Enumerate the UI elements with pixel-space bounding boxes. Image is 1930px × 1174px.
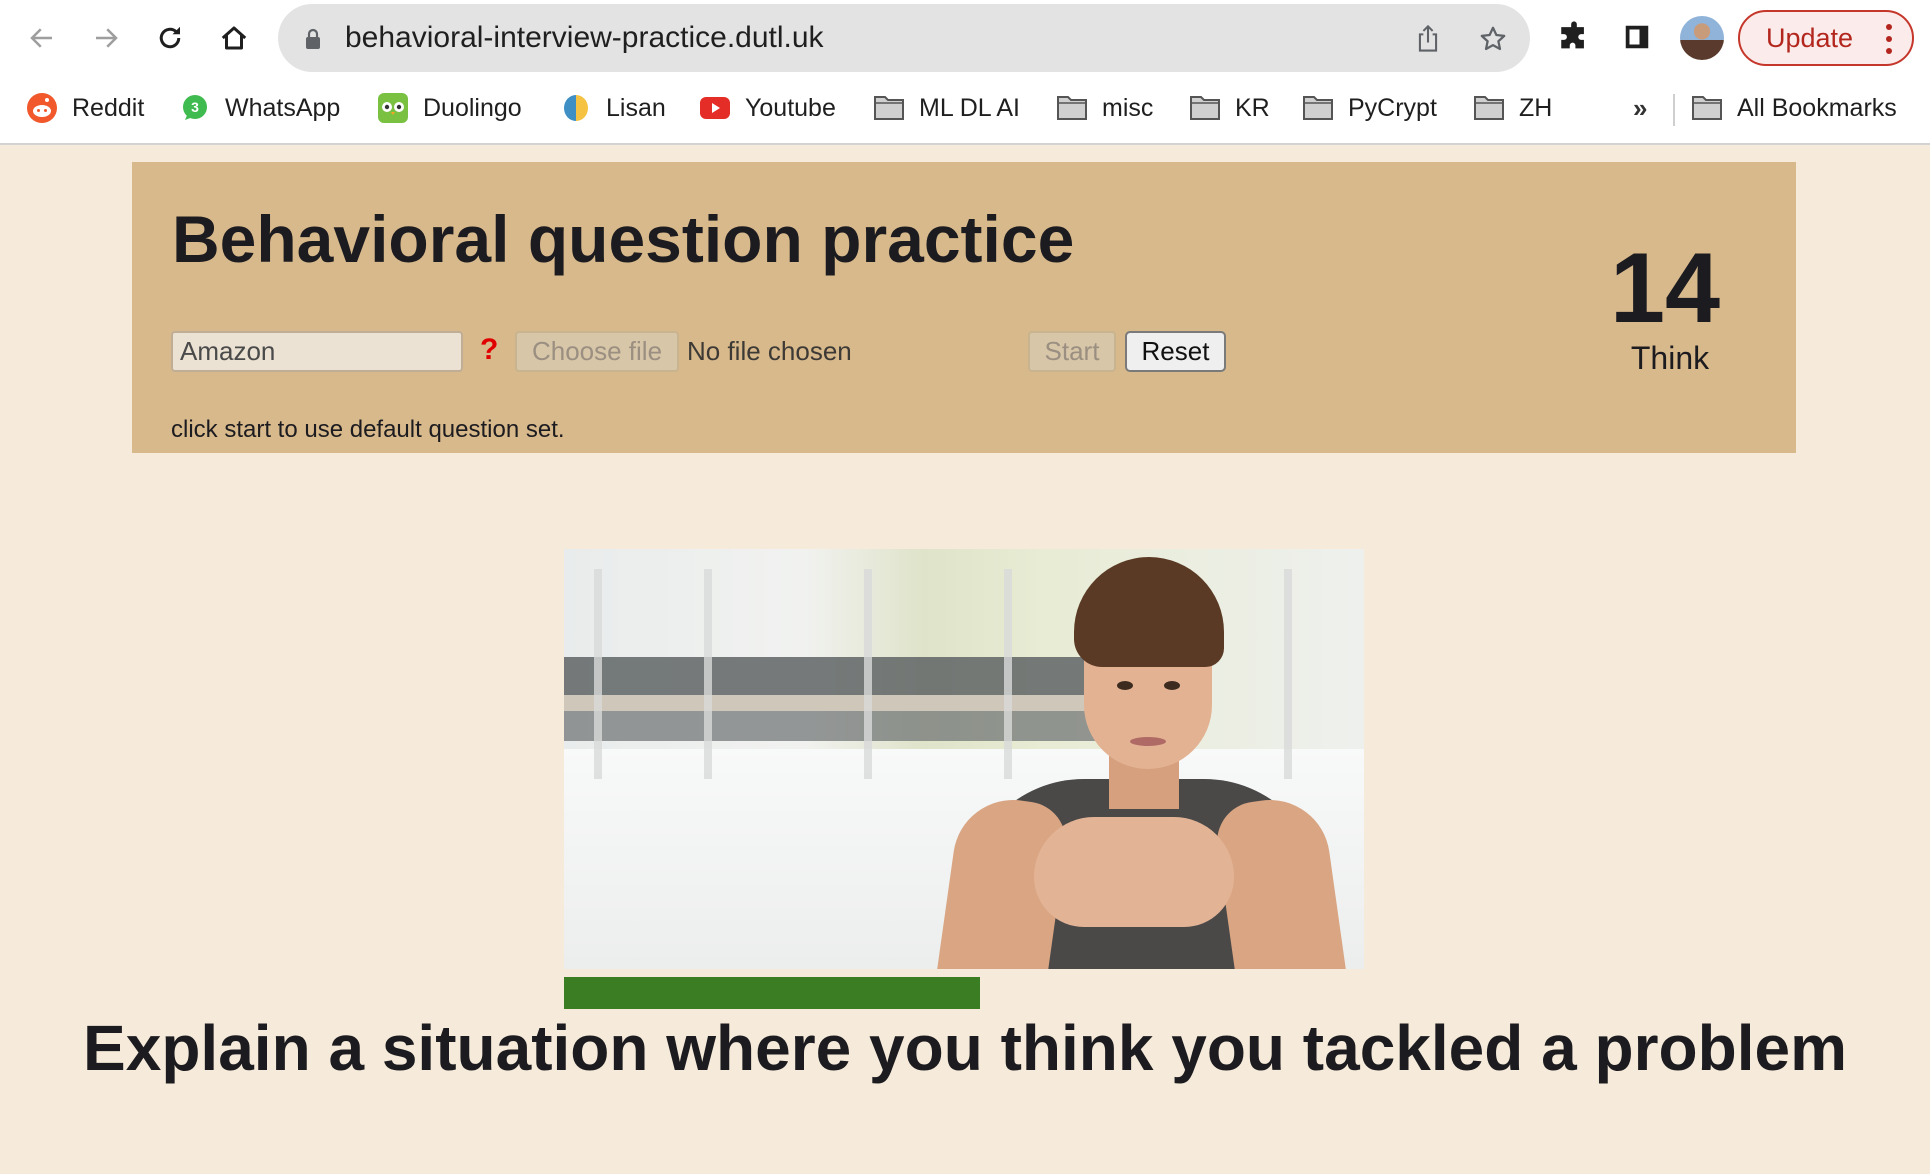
lisan-icon — [560, 92, 592, 124]
bookmark-whatsapp[interactable]: 3 WhatsApp — [179, 86, 340, 130]
company-input[interactable] — [171, 331, 463, 372]
help-question-icon[interactable]: ? — [480, 330, 498, 370]
bookmark-label: Duolingo — [423, 93, 522, 122]
bookmarks-bar: Reddit 3 WhatsApp Duolingo Lisan Youtube… — [0, 86, 1930, 130]
whatsapp-icon: 3 — [179, 92, 211, 124]
address-bar[interactable]: behavioral-interview-practice.dutl.uk — [278, 4, 1530, 72]
star-icon[interactable] — [1478, 24, 1508, 54]
folder-icon — [873, 92, 905, 124]
reload-icon — [159, 26, 181, 49]
bookmark-folder-kr[interactable]: KR — [1189, 86, 1270, 130]
bookmark-youtube[interactable]: Youtube — [699, 86, 836, 130]
question-text: Explain a situation where you think you … — [83, 1012, 1847, 1084]
bookmark-label: PyCrypt — [1348, 93, 1437, 122]
bookmark-label: All Bookmarks — [1737, 93, 1897, 122]
bookmark-label: Reddit — [72, 93, 145, 122]
bookmark-label: Lisan — [606, 93, 666, 122]
bookmark-label: KR — [1235, 93, 1270, 122]
home-button[interactable] — [212, 16, 256, 60]
url-text[interactable]: behavioral-interview-practice.dutl.uk — [345, 4, 824, 72]
side-panel-icon[interactable] — [1622, 22, 1652, 52]
bookmark-all-bookmarks[interactable]: All Bookmarks — [1691, 86, 1897, 130]
folder-icon — [1691, 92, 1723, 124]
file-status: No file chosen — [687, 336, 852, 366]
back-arrow-icon — [30, 28, 52, 48]
start-button[interactable]: Start — [1028, 331, 1116, 372]
share-icon[interactable] — [1414, 24, 1442, 54]
countdown-timer: 14 — [1609, 232, 1721, 343]
update-button[interactable]: Update — [1738, 10, 1914, 66]
time-progress-fill — [564, 977, 980, 1009]
bookmark-folder-ml-dl-ai[interactable]: ML DL AI — [873, 86, 1020, 130]
hint-text: click start to use default question set. — [171, 416, 565, 443]
back-button[interactable] — [20, 16, 64, 60]
reload-button[interactable] — [148, 16, 192, 60]
reddit-icon — [26, 92, 58, 124]
more-bookmarks-chevron-icon[interactable]: » — [1633, 86, 1647, 130]
bookmark-reddit[interactable]: Reddit — [26, 86, 144, 130]
bookmark-folder-misc[interactable]: misc — [1056, 86, 1153, 130]
bookmark-duolingo[interactable]: Duolingo — [377, 86, 522, 130]
bookmark-label: ML DL AI — [919, 93, 1020, 122]
svg-text:3: 3 — [191, 99, 199, 115]
folder-icon — [1056, 92, 1088, 124]
bookmark-label: WhatsApp — [225, 93, 341, 122]
lock-icon[interactable] — [304, 28, 322, 50]
browser-chrome: behavioral-interview-practice.dutl.uk Up… — [0, 0, 1930, 145]
reset-button[interactable]: Reset — [1125, 331, 1226, 372]
bookmark-folder-pycrypt[interactable]: PyCrypt — [1302, 86, 1437, 130]
folder-icon — [1302, 92, 1334, 124]
bookmark-lisan[interactable]: Lisan — [560, 86, 666, 130]
choose-file-button[interactable]: Choose file — [515, 331, 679, 372]
folder-icon — [1473, 92, 1505, 124]
profile-avatar[interactable] — [1680, 16, 1724, 60]
bookmark-label: misc — [1102, 93, 1154, 122]
folder-icon — [1189, 92, 1221, 124]
youtube-icon — [699, 92, 731, 124]
bookmark-label: ZH — [1519, 93, 1553, 122]
update-label: Update — [1766, 22, 1854, 53]
extensions-puzzle-icon[interactable] — [1557, 20, 1591, 54]
timer-phase-label: Think — [1630, 340, 1710, 376]
page-title: Behavioral question practice — [172, 202, 1075, 276]
bookmark-label: Youtube — [745, 93, 836, 122]
kebab-menu-icon[interactable] — [1886, 24, 1892, 60]
bookmark-folder-zh[interactable]: ZH — [1473, 86, 1552, 130]
duolingo-icon — [377, 92, 409, 124]
time-progress-bar — [564, 977, 1364, 1009]
control-panel: Behavioral question practice ? Choose fi… — [132, 162, 1796, 453]
forward-button[interactable] — [84, 16, 128, 60]
forward-arrow-icon — [96, 28, 118, 48]
home-icon — [221, 26, 247, 50]
bookmarks-divider — [1673, 94, 1675, 126]
interviewer-image — [564, 549, 1364, 969]
